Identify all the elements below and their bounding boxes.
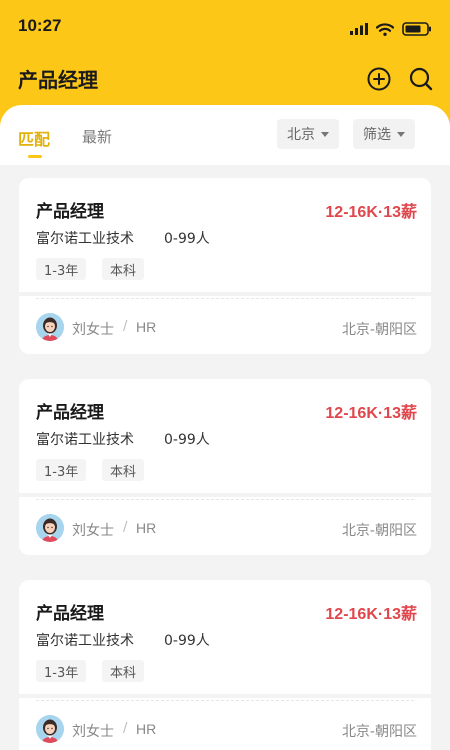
status-icons [350,22,432,36]
city-filter-button[interactable]: 北京 [277,119,339,149]
hr-name: 刘女士 [72,724,114,740]
hr-separator: / [123,520,128,535]
experience-tag: 1-3年 [36,459,87,481]
hr-role: HR [136,319,157,335]
company-name: 富尔诺工业技术 [36,432,134,448]
hr-avatar [36,514,64,542]
salary: 12-16K·13薪 [325,606,417,623]
city-filter-label: 北京 [287,127,315,143]
job-title: 产品经理 [36,202,104,222]
tab-latest[interactable]: 最新 [82,126,112,147]
job-location: 北京-朝阳区 [341,523,417,539]
divider [36,499,414,500]
card-gap [19,292,431,296]
company-size: 0-99人 [164,231,210,247]
education-tag: 本科 [102,459,145,481]
company-size: 0-99人 [164,432,210,448]
hr-avatar [36,715,64,743]
filter-label: 筛选 [363,127,391,143]
job-card[interactable]: 产品经理 12-16K·13薪 富尔诺工业技术 0-99人 1-3年 本科 刘女… [19,580,431,750]
salary: 12-16K·13薪 [325,204,417,221]
job-location: 北京-朝阳区 [341,724,417,740]
caret-down-icon [397,131,405,137]
experience-tag: 1-3年 [36,258,87,280]
company-name: 富尔诺工业技术 [36,633,134,649]
salary: 12-16K·13薪 [325,405,417,422]
hr-separator: / [123,721,128,736]
company-name: 富尔诺工业技术 [36,231,134,247]
signal-icon [350,23,368,35]
hr-separator: / [123,319,128,334]
job-card[interactable]: 产品经理 12-16K·13薪 富尔诺工业技术 0-99人 1-3年 本科 刘女… [19,379,431,555]
caret-down-icon [321,131,329,137]
job-location: 北京-朝阳区 [341,322,417,338]
active-tab-indicator [28,155,42,158]
wifi-icon [376,22,394,36]
tab-match[interactable]: 匹配 [18,126,50,150]
card-gap [19,694,431,698]
page-title: 产品经理 [18,68,98,92]
plus-circle-icon[interactable] [366,66,392,92]
avatar-person-icon [36,514,64,542]
job-title: 产品经理 [36,403,104,423]
job-title: 产品经理 [36,604,104,624]
hr-role: HR [136,721,157,737]
job-card[interactable]: 产品经理 12-16K·13薪 富尔诺工业技术 0-99人 1-3年 本科 刘女… [19,178,431,354]
battery-icon [402,22,431,36]
divider [36,298,414,299]
hr-name: 刘女士 [72,322,114,338]
avatar-person-icon [36,313,64,341]
status-bar: 10:27 [0,0,450,52]
avatar-person-icon [36,715,64,743]
hr-avatar [36,313,64,341]
hr-name: 刘女士 [72,523,114,539]
filter-button[interactable]: 筛选 [353,119,415,149]
card-gap [19,493,431,497]
divider [36,700,414,701]
experience-tag: 1-3年 [36,660,87,682]
education-tag: 本科 [102,660,145,682]
status-time: 10:27 [18,16,62,35]
education-tag: 本科 [102,258,145,280]
company-size: 0-99人 [164,633,210,649]
search-icon[interactable] [408,66,434,92]
hr-role: HR [136,520,157,536]
